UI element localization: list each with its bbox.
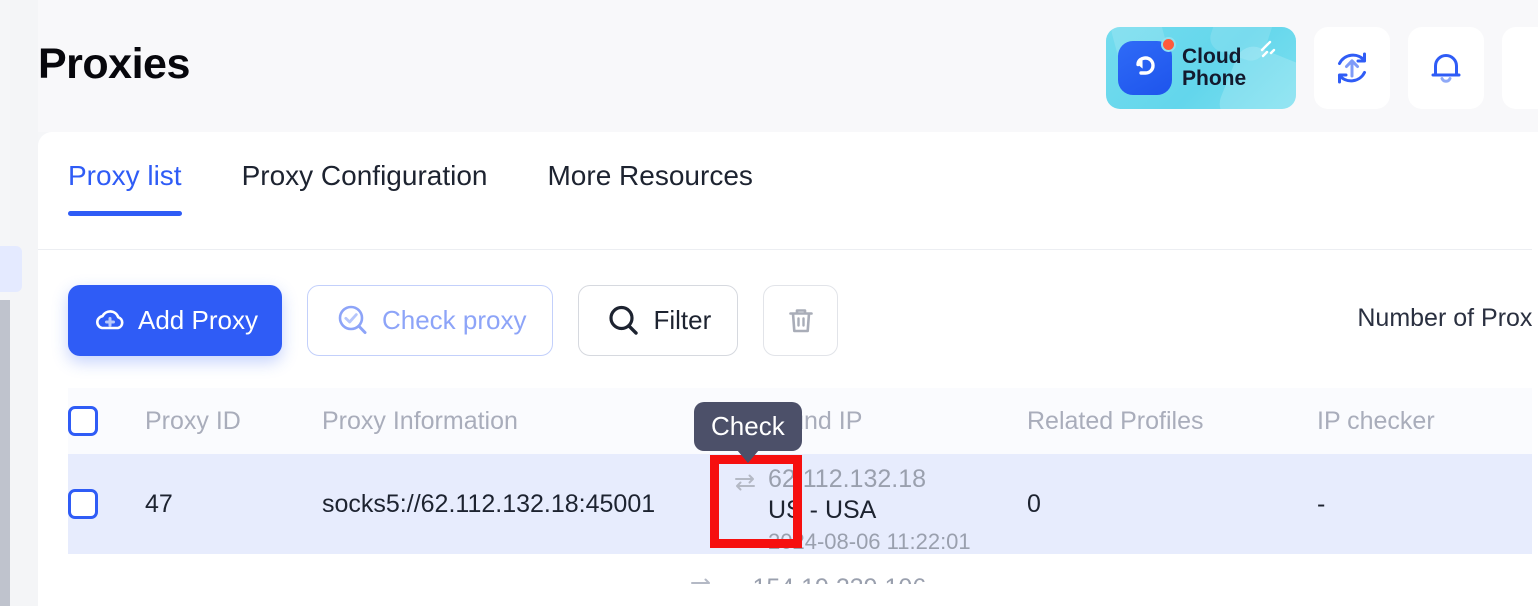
- table-row[interactable]: 47 socks5://62.112.132.18:45001 62.112.1…: [68, 454, 1538, 554]
- sidebar-scrollbar[interactable]: [0, 300, 10, 606]
- add-proxy-button[interactable]: Add Proxy: [68, 285, 282, 356]
- delete-button[interactable]: [763, 285, 839, 356]
- row-checkbox[interactable]: [68, 489, 98, 519]
- filter-label: Filter: [653, 305, 712, 335]
- update-button[interactable]: [1314, 27, 1390, 109]
- proxy-table: Proxy ID Proxy Information Outbound IP R…: [68, 388, 1538, 584]
- tab-proxy-list[interactable]: Proxy list: [68, 160, 182, 216]
- cell-proxy-information: socks5://62.112.132.18:45001: [322, 489, 656, 518]
- trash-icon: [788, 308, 813, 332]
- cell-ip-checker: -: [1317, 489, 1326, 518]
- column-header-proxy-id: Proxy ID: [145, 406, 241, 435]
- overflow-button-cut[interactable]: [1502, 27, 1538, 109]
- toolbar: Add Proxy Check proxy Filter: [68, 285, 839, 356]
- select-all-checkbox[interactable]: [68, 406, 98, 436]
- tooltip-arrow: [736, 450, 759, 463]
- sync-upload-icon: [1338, 52, 1366, 84]
- cloud-phone-button[interactable]: Cloud Phone: [1106, 27, 1296, 109]
- check-circle-search-icon: [338, 305, 367, 334]
- row-select-cell: [68, 489, 145, 519]
- check-proxy-label: Check proxy: [381, 305, 527, 335]
- header-actions: Cloud Phone: [1106, 27, 1538, 109]
- select-all-cell: [68, 406, 145, 436]
- column-header-proxy-information: Proxy Information: [322, 406, 518, 435]
- bell-icon: [1431, 54, 1461, 83]
- cloud-plus-icon: [96, 309, 124, 329]
- filter-button[interactable]: Filter: [578, 285, 739, 356]
- add-proxy-label: Add Proxy: [138, 305, 258, 335]
- column-header-ip-checker: IP checker: [1317, 406, 1435, 435]
- tab-bar: Proxy list Proxy Configuration More Reso…: [68, 160, 813, 216]
- table-row-partial[interactable]: 154.19.239.106: [68, 554, 1538, 584]
- cell-proxy-id: 47: [145, 489, 173, 518]
- sidebar-sliver: [0, 0, 38, 606]
- cell-related-profiles: 0: [1027, 489, 1041, 518]
- partial-outbound-ip-value: 154.19.239.106: [752, 574, 926, 584]
- tooltip-label: Check: [711, 411, 785, 441]
- swap-arrows-icon[interactable]: [688, 574, 714, 584]
- card-right-edge: [1532, 132, 1538, 606]
- sidebar-gap: [10, 0, 38, 606]
- cloud-phone-label-line2: Phone: [1182, 67, 1247, 90]
- tooltip-check: Check: [694, 402, 802, 463]
- column-header-related-profiles: Related Profiles: [1027, 406, 1204, 435]
- cloud-phone-label: Cloud Phone: [1182, 46, 1246, 90]
- cloud-phone-label-line1: Cloud: [1182, 45, 1242, 69]
- annotation-highlight-box: [710, 455, 802, 548]
- table-header-row: Proxy ID Proxy Information Outbound IP R…: [68, 388, 1538, 454]
- check-proxy-button[interactable]: Check proxy: [306, 285, 554, 356]
- page-header: Proxies Cloud Phone: [38, 0, 1538, 132]
- sidebar-item-active[interactable]: [0, 246, 22, 292]
- page-title: Proxies: [38, 40, 190, 88]
- cloud-phone-badge-dot: [1161, 37, 1176, 52]
- app-root: Proxies Cloud Phone Proxy list Proxy Con…: [0, 0, 1538, 606]
- search-icon: [609, 305, 639, 335]
- tab-proxy-configuration[interactable]: Proxy Configuration: [242, 160, 488, 216]
- tab-divider: [38, 249, 1538, 250]
- cloud-phone-app-icon: [1118, 37, 1176, 95]
- notifications-button[interactable]: [1408, 27, 1484, 109]
- sparkle-icon: [1260, 40, 1276, 58]
- proxy-count-label: Number of Proxi: [1357, 304, 1538, 332]
- tab-more-resources[interactable]: More Resources: [547, 160, 752, 216]
- partial-outbound-cell: 154.19.239.106: [691, 554, 1027, 584]
